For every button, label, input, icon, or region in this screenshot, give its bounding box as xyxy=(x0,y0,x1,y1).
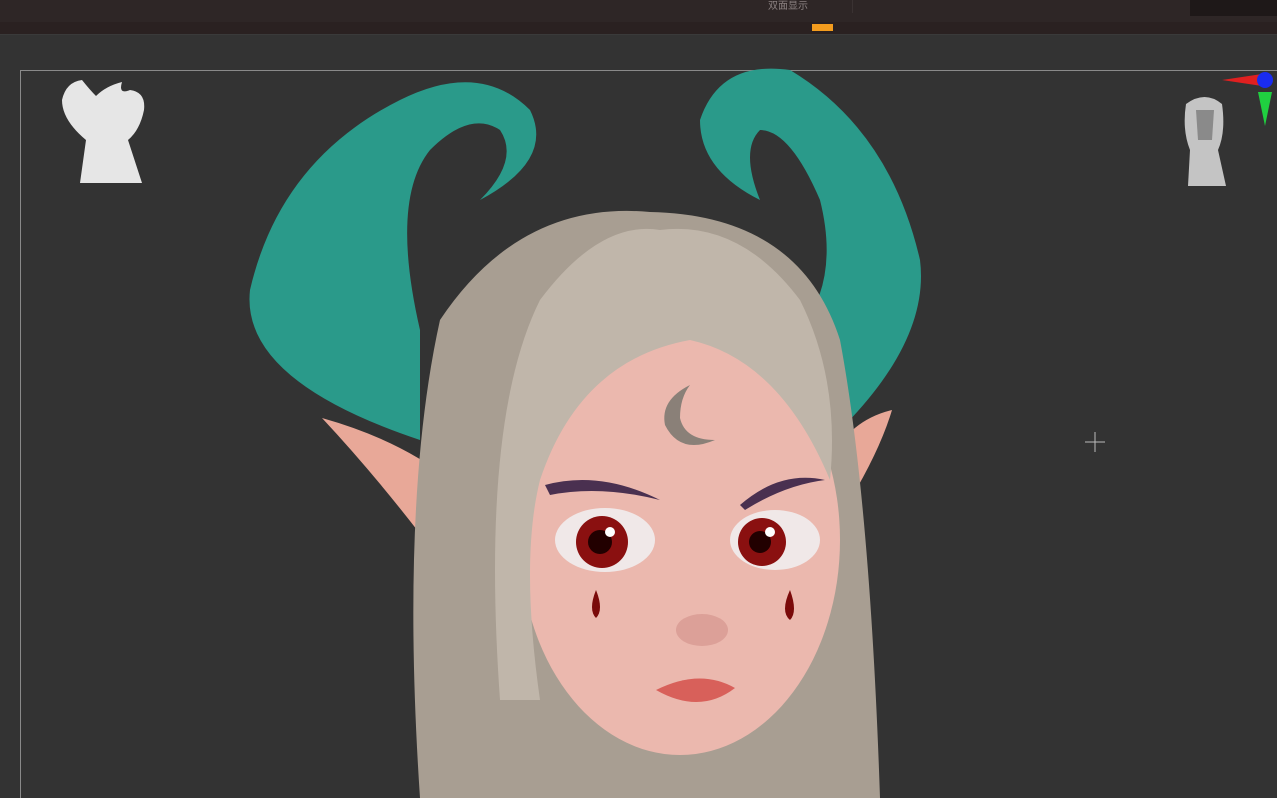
head-silhouette-icon[interactable] xyxy=(62,80,145,183)
eye-left xyxy=(555,508,655,572)
nose xyxy=(676,614,728,646)
navigation-head-icon[interactable] xyxy=(1184,97,1226,186)
cursor-crosshair-icon xyxy=(1085,432,1105,452)
eye-right xyxy=(730,510,820,570)
sculpt-model xyxy=(62,68,1273,798)
axis-gizmo-icon[interactable] xyxy=(1222,72,1273,126)
